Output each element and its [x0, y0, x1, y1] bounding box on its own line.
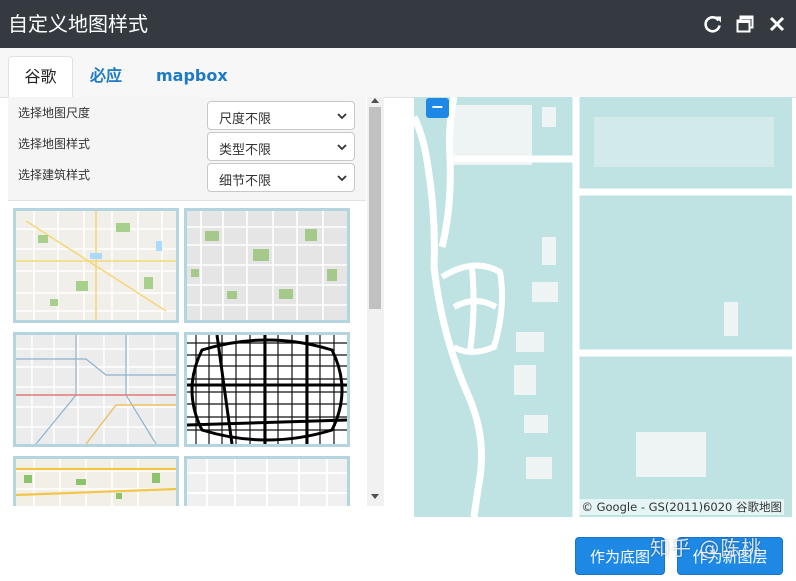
zoom-out-button[interactable]: − — [426, 98, 449, 118]
close-icon[interactable] — [766, 13, 788, 35]
custom-map-style-dialog: 自定义地图样式 谷歌 必应 mapbox 选择地图尺度 尺度不限 选择地图样式 … — [0, 0, 796, 581]
style-select[interactable]: 类型不限 — [207, 132, 355, 161]
chevron-down-icon — [337, 144, 347, 151]
restore-icon[interactable] — [734, 13, 756, 35]
style-thumbnail-grid — [8, 201, 366, 506]
style-thumbnail[interactable] — [13, 332, 179, 447]
style-thumbnail[interactable] — [184, 208, 350, 323]
style-thumbnail[interactable] — [184, 456, 350, 506]
scale-filter-row: 选择地图尺度 尺度不限 — [8, 97, 366, 130]
chevron-down-icon — [337, 113, 347, 120]
style-thumbnail[interactable] — [13, 208, 179, 323]
style-filter-row: 选择地图样式 类型不限 — [8, 128, 366, 161]
style-thumbnail[interactable] — [184, 332, 350, 447]
map-canvas — [414, 97, 792, 517]
building-filter-label: 选择建筑样式 — [18, 168, 91, 182]
style-filter-label: 选择地图样式 — [18, 137, 91, 151]
scroll-down-arrow-icon[interactable] — [371, 494, 379, 499]
map-preview[interactable]: − © Google - GS(2011)6020 谷歌地图 — [414, 97, 792, 517]
refresh-icon[interactable] — [702, 13, 724, 35]
tab-mapbox[interactable]: mapbox — [142, 56, 242, 98]
building-select[interactable]: 细节不限 — [207, 163, 355, 192]
map-attribution: © Google - GS(2011)6020 谷歌地图 — [579, 499, 784, 515]
tab-bing[interactable]: 必应 — [76, 56, 136, 98]
style-list-panel: 选择地图尺度 尺度不限 选择地图样式 类型不限 选择建筑样式 细节不限 — [8, 97, 384, 506]
building-filter-row: 选择建筑样式 细节不限 — [8, 159, 366, 192]
dialog-titlebar: 自定义地图样式 — [0, 0, 796, 48]
scale-filter-label: 选择地图尺度 — [18, 106, 91, 120]
chevron-down-icon — [337, 175, 347, 182]
style-list-scrollbar[interactable] — [367, 97, 384, 506]
scrollbar-thumb[interactable] — [369, 107, 381, 309]
style-thumbnail[interactable] — [13, 456, 179, 506]
watermark: 知乎 @陈桃 — [650, 536, 763, 560]
dialog-title: 自定义地图样式 — [8, 12, 148, 36]
filter-panel: 选择地图尺度 尺度不限 选择地图样式 类型不限 选择建筑样式 细节不限 — [8, 97, 366, 201]
style-select-value: 类型不限 — [219, 143, 272, 158]
scale-select[interactable]: 尺度不限 — [207, 101, 355, 130]
scale-select-value: 尺度不限 — [219, 112, 272, 127]
building-select-value: 细节不限 — [219, 174, 272, 189]
tab-google[interactable]: 谷歌 — [8, 56, 73, 98]
provider-tabs: 谷歌 必应 mapbox — [0, 48, 796, 98]
scroll-up-arrow-icon[interactable] — [371, 98, 379, 103]
